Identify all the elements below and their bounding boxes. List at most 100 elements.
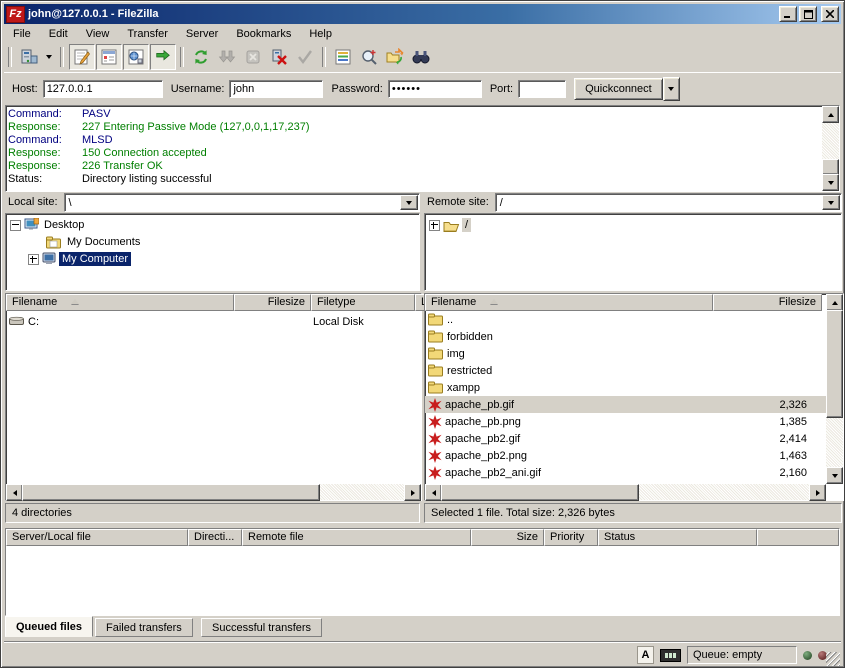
reconnect-button[interactable]	[292, 45, 318, 69]
tree-item-my-computer[interactable]: My Computer	[28, 251, 131, 267]
column-header-filesize[interactable]: Filesize	[713, 294, 822, 311]
maximize-button[interactable]	[799, 6, 817, 22]
scroll-right-button[interactable]	[404, 484, 421, 501]
refresh-button[interactable]	[188, 45, 214, 69]
menu-server[interactable]: Server	[177, 26, 227, 42]
remote-site-dropdown[interactable]	[822, 195, 840, 210]
site-manager-button[interactable]	[16, 45, 42, 69]
password-input[interactable]	[388, 80, 482, 98]
cancel-operation-button[interactable]	[240, 45, 266, 69]
menu-bookmarks[interactable]: Bookmarks	[227, 26, 300, 42]
scroll-up-button[interactable]	[826, 294, 843, 311]
synchronized-browsing-button[interactable]	[382, 45, 408, 69]
column-header-priority[interactable]: Priority	[544, 529, 598, 546]
speed-limit-icon[interactable]	[660, 649, 681, 662]
remote-file-row-selected[interactable]: apache_pb.gif 2,326	[425, 396, 826, 413]
tree-item-desktop[interactable]: Desktop	[10, 217, 87, 233]
scroll-down-button[interactable]	[826, 467, 843, 484]
image-file-icon	[428, 432, 442, 446]
column-header-filetype[interactable]: Filetype	[311, 294, 415, 311]
scroll-thumb[interactable]	[822, 159, 839, 175]
remote-site-combo[interactable]: /	[495, 193, 842, 212]
toggle-transfer-queue-button[interactable]	[150, 44, 176, 70]
remote-list-header: Filename Filesize	[425, 294, 826, 311]
log-text: Directory listing successful	[82, 173, 212, 186]
local-site-dropdown[interactable]	[400, 195, 418, 210]
remote-vscrollbar[interactable]	[826, 294, 843, 484]
tree-item-my-documents[interactable]: My Documents	[46, 234, 143, 250]
remote-hscrollbar[interactable]	[425, 484, 826, 500]
column-header-remote-file[interactable]: Remote file	[242, 529, 471, 546]
toggle-local-tree-button[interactable]	[96, 44, 122, 70]
scroll-thumb[interactable]	[826, 310, 843, 418]
collapse-icon[interactable]	[10, 220, 21, 231]
toggle-remote-tree-button[interactable]	[123, 44, 149, 70]
column-header-size[interactable]: Size	[471, 529, 544, 546]
username-input[interactable]	[229, 80, 323, 98]
remote-folder-row[interactable]: restricted	[425, 362, 826, 379]
remote-folder-row[interactable]: ..	[425, 311, 826, 328]
local-hscrollbar[interactable]	[6, 484, 421, 500]
menu-view[interactable]: View	[77, 26, 119, 42]
tab-failed-transfers[interactable]: Failed transfers	[95, 618, 193, 637]
scroll-right-button[interactable]	[809, 484, 826, 501]
resize-grip[interactable]	[826, 652, 840, 666]
menu-transfer[interactable]: Transfer	[118, 26, 177, 42]
toggle-message-log-button[interactable]	[69, 44, 95, 70]
message-log[interactable]: Command:PASV Response:227 Entering Passi…	[5, 105, 840, 192]
remote-folder-row[interactable]: forbidden	[425, 328, 826, 345]
remote-tree[interactable]: /	[424, 213, 842, 291]
scroll-thumb[interactable]	[22, 484, 320, 501]
tab-successful-transfers[interactable]: Successful transfers	[201, 618, 322, 637]
remote-file-row[interactable]: apache_pb.png 1,385	[425, 413, 826, 430]
title-bar[interactable]: Fz john@127.0.0.1 - FileZilla	[4, 4, 841, 24]
remote-folder-row[interactable]: img	[425, 345, 826, 362]
column-header-status[interactable]: Status	[598, 529, 757, 546]
menu-file[interactable]: File	[4, 26, 40, 42]
site-manager-dropdown[interactable]	[42, 45, 56, 69]
remote-file-row[interactable]: apache_pb2_ani.gif 2,160	[425, 464, 826, 481]
remote-site-value: /	[500, 197, 503, 209]
scroll-left-button[interactable]	[6, 484, 23, 501]
remote-list-rows[interactable]: .. forbidden img restricted xampp apac	[425, 311, 826, 484]
scroll-thumb[interactable]	[441, 484, 639, 501]
scroll-left-button[interactable]	[425, 484, 442, 501]
menu-edit[interactable]: Edit	[40, 26, 77, 42]
column-header-filename[interactable]: Filename	[6, 294, 234, 311]
local-site-combo[interactable]: \	[64, 193, 420, 212]
close-button[interactable]	[821, 6, 839, 22]
host-input[interactable]	[43, 80, 163, 98]
quickconnect-button[interactable]: Quickconnect	[574, 78, 663, 100]
find-files-button[interactable]	[408, 45, 434, 69]
menu-help[interactable]: Help	[300, 26, 341, 42]
expand-icon[interactable]	[28, 254, 39, 265]
local-list-rows[interactable]: C: Local Disk	[6, 311, 421, 484]
directory-listing-filter-button[interactable]	[330, 45, 356, 69]
data-type-indicator-icon[interactable]: A	[637, 646, 654, 664]
local-tree[interactable]: Desktop My Documents My Computer	[5, 213, 420, 291]
queue-list-area[interactable]	[6, 546, 839, 615]
local-file-row[interactable]: C: Local Disk	[6, 313, 421, 330]
quickconnect-dropdown[interactable]	[663, 77, 680, 101]
disconnect-button[interactable]	[266, 45, 292, 69]
file-name: apache_pb.png	[445, 416, 521, 428]
column-header-filesize[interactable]: Filesize	[234, 294, 311, 311]
column-header-direction[interactable]: Directi...	[188, 529, 242, 546]
scroll-up-button[interactable]	[822, 106, 839, 123]
remote-file-row[interactable]: apache_pb2.png 1,463	[425, 447, 826, 464]
cancel-icon	[244, 48, 262, 66]
process-queue-button[interactable]	[214, 45, 240, 69]
column-header-server-local-file[interactable]: Server/Local file	[6, 529, 188, 546]
scroll-down-button[interactable]	[822, 174, 839, 191]
tab-queued-files[interactable]: Queued files	[5, 616, 93, 637]
remote-file-row[interactable]: apache_pb2.gif 2,414	[425, 430, 826, 447]
tree-item-root[interactable]: /	[429, 217, 471, 233]
chevron-down-icon	[828, 201, 834, 205]
remote-folder-row[interactable]: xampp	[425, 379, 826, 396]
log-scrollbar[interactable]	[822, 106, 839, 191]
port-input[interactable]	[518, 80, 566, 98]
minimize-button[interactable]	[779, 6, 797, 22]
directory-comparison-button[interactable]	[356, 45, 382, 69]
expand-icon[interactable]	[429, 220, 440, 231]
column-header-filename[interactable]: Filename	[425, 294, 713, 311]
